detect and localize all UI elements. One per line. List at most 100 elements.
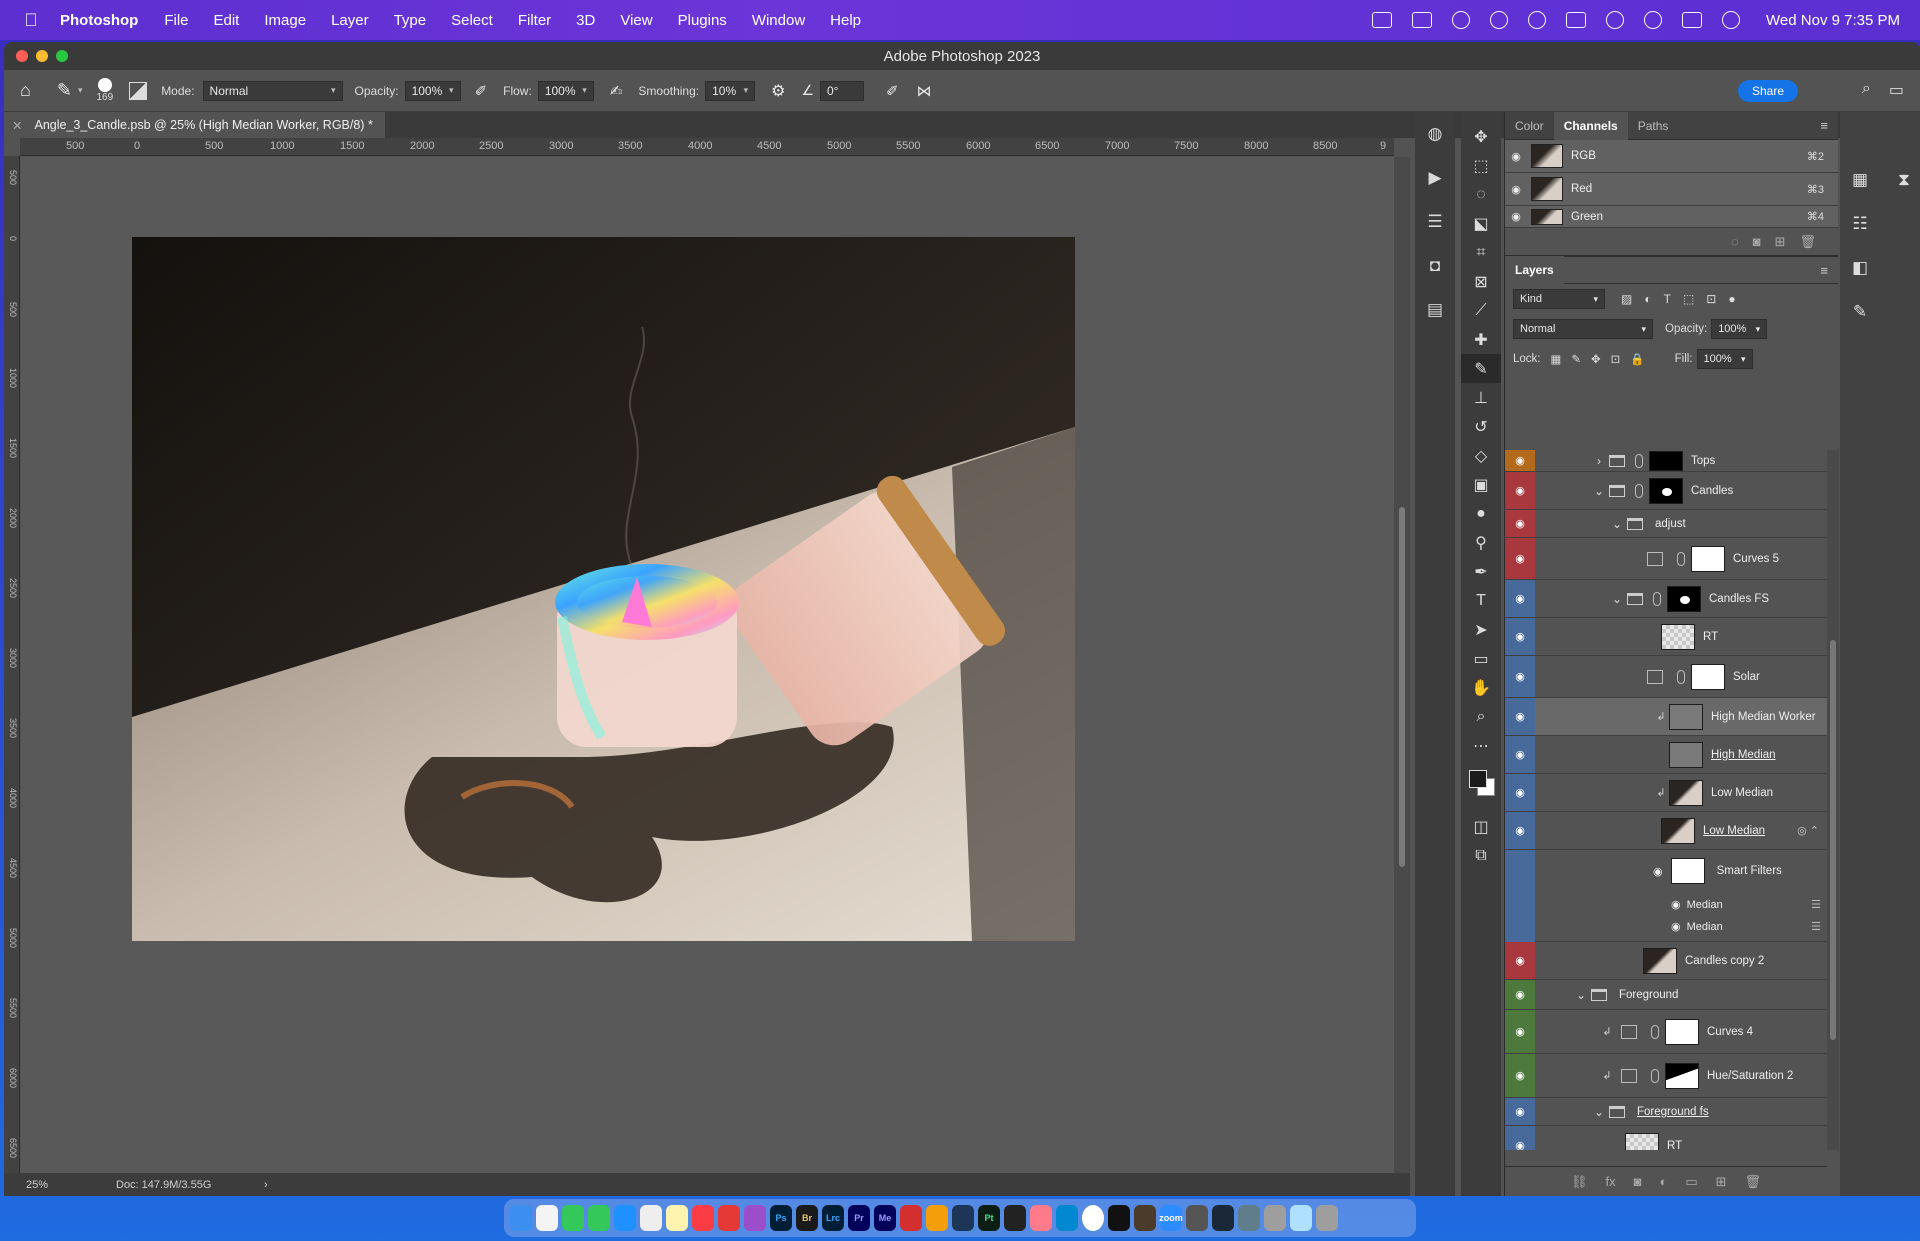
flow-field[interactable]: 100% ▾	[537, 80, 594, 101]
lightroom-classic-dock-icon[interactable]: Lrc	[822, 1205, 844, 1231]
filter-options-icon[interactable]: ☰	[1811, 898, 1821, 911]
layer-row[interactable]: ◉ ⌄ Foreground fs	[1505, 1098, 1827, 1126]
panel-menu-icon[interactable]: ≡	[1820, 118, 1828, 133]
layer-row[interactable]: ◉ ⌄ adjust	[1505, 510, 1827, 538]
layer-row[interactable]: ◉ RT	[1505, 618, 1827, 656]
rectangle-tool-icon[interactable]: ▭	[1461, 644, 1501, 673]
battery-icon[interactable]	[1566, 12, 1587, 28]
menu-help[interactable]: Help	[830, 12, 861, 29]
brushes-icon[interactable]: ✎	[1840, 292, 1880, 332]
play-icon[interactable]	[1528, 11, 1547, 29]
compass-icon[interactable]	[1490, 11, 1509, 29]
layer-opacity-field[interactable]: 100% ▾	[1711, 319, 1768, 339]
properties-icon[interactable]: ☰	[1415, 200, 1455, 244]
lock-all-icon[interactable]: 🔒	[1630, 352, 1644, 366]
history-brush-tool-icon[interactable]: ↺	[1461, 412, 1501, 441]
actions-icon[interactable]: ▶	[1415, 156, 1455, 200]
screen-mode-icon[interactable]: ⧉	[1461, 841, 1501, 870]
app-guitar-icon[interactable]	[1134, 1205, 1156, 1231]
eye-icon[interactable]: ◉	[1505, 472, 1535, 509]
document-tab[interactable]: ✕ Angle_3_Candle.psb @ 25% (High Median …	[4, 112, 385, 138]
filter-kind-select[interactable]: Kind ▾	[1513, 289, 1605, 309]
calculator-icon[interactable]	[1264, 1205, 1286, 1231]
tab-layers[interactable]: Layers	[1505, 256, 1564, 284]
layer-row[interactable]: ◉ ↲ Hue/Saturation 2	[1505, 1054, 1827, 1098]
zoom-level[interactable]: 25%	[26, 1179, 106, 1191]
eye-icon[interactable]: ◉	[1653, 865, 1663, 878]
brush-size-picker[interactable]: 169	[97, 78, 113, 103]
vertical-ruler[interactable]: 500 0 500 1000 1500 2000 2500 3000 3500 …	[4, 156, 20, 1190]
layer-row[interactable]: ◉ RT	[1505, 1126, 1827, 1150]
menu-window[interactable]: Window	[752, 12, 805, 29]
layer-row[interactable]: ◉ ⌄ Foreground	[1505, 980, 1827, 1010]
adjustments-icon[interactable]: ☷	[1840, 204, 1880, 244]
new-layer-icon[interactable]: ⊞	[1716, 1174, 1727, 1190]
lock-image-icon[interactable]: ✎	[1571, 352, 1581, 366]
object-select-tool-icon[interactable]: ⬕	[1461, 209, 1501, 238]
layer-row[interactable]: ◉ ⌄ Candles FS	[1505, 580, 1827, 618]
marquee-tool-icon[interactable]: ⬚	[1461, 151, 1501, 180]
eye-icon[interactable]: ◉	[1505, 210, 1527, 223]
share-button[interactable]: Share	[1737, 80, 1798, 102]
app-disk-icon[interactable]	[1186, 1205, 1208, 1231]
creative-cloud-icon[interactable]	[1372, 12, 1393, 28]
brush-tool-icon[interactable]: ✎	[1461, 354, 1501, 383]
more-tools-icon[interactable]: ⋯	[1461, 731, 1501, 760]
layer-row[interactable]: ◉ ↲ Curves 4	[1505, 1010, 1827, 1054]
eye-icon[interactable]: ◉	[1671, 920, 1681, 933]
eye-icon[interactable]: ◉	[1505, 618, 1535, 655]
filter-type-icon[interactable]: T	[1664, 292, 1671, 306]
menu-view[interactable]: View	[620, 12, 652, 29]
apple-icon[interactable]: 	[20, 9, 42, 31]
eye-icon[interactable]: ◉	[1505, 183, 1527, 196]
app-cube-icon[interactable]	[1056, 1205, 1078, 1231]
chevron-down-icon[interactable]: ⌄	[1607, 592, 1627, 606]
move-tool-icon[interactable]: ✥	[1461, 122, 1501, 151]
menu-select[interactable]: Select	[451, 12, 493, 29]
navigator-icon[interactable]: ◍	[1415, 112, 1455, 156]
eye-icon[interactable]: ◉	[1505, 580, 1535, 617]
notes-icon[interactable]	[666, 1205, 688, 1231]
eye-icon[interactable]: ◉	[1505, 1054, 1535, 1097]
photoshop-dock-icon[interactable]: Ps	[770, 1205, 792, 1231]
bridge-dock-icon[interactable]: Br	[796, 1205, 818, 1231]
canvas-area[interactable]	[21, 157, 1394, 1190]
eye-icon[interactable]: ◉	[1505, 774, 1535, 811]
podcasts-icon[interactable]	[744, 1205, 766, 1231]
chevron-down-icon[interactable]: ⌄	[1589, 1105, 1609, 1119]
trash-icon[interactable]: 🗑	[1799, 234, 1816, 250]
eye-icon[interactable]: ◉	[1505, 450, 1535, 471]
cinema4d-icon[interactable]	[952, 1205, 974, 1231]
chevron-right-icon[interactable]: ›	[1589, 454, 1609, 468]
layer-row[interactable]: ◉ Low Median ◎ ⌃	[1505, 812, 1827, 850]
pressure-size-button[interactable]: ✐	[886, 82, 899, 100]
search-icon[interactable]: ⌕	[1862, 80, 1871, 100]
layer-row[interactable]: ◉ High Median	[1505, 736, 1827, 774]
menu-filter[interactable]: Filter	[518, 12, 551, 29]
channel-row-rgb[interactable]: ◉ RGB ⌘2	[1505, 140, 1838, 173]
eyedropper-tool-icon[interactable]: ⟋	[1461, 296, 1501, 325]
eye-icon[interactable]: ◉	[1505, 980, 1535, 1009]
wifi-icon[interactable]	[1606, 11, 1625, 29]
document-canvas-image[interactable]	[132, 237, 1075, 941]
hand-tool-icon[interactable]: ✋	[1461, 673, 1501, 702]
finder-icon[interactable]	[510, 1205, 532, 1231]
control-center-icon[interactable]	[1682, 12, 1703, 28]
lock-position-icon[interactable]: ✥	[1591, 352, 1601, 366]
chevron-down-icon[interactable]: ⌄	[1571, 988, 1591, 1002]
zoom-tool-icon[interactable]: ⌕	[1461, 702, 1501, 731]
lock-transparent-icon[interactable]: ▦	[1551, 352, 1562, 366]
swatches-icon[interactable]: ▦	[1840, 160, 1880, 200]
opacity-field[interactable]: 100% ▾	[404, 80, 461, 101]
libraries-icon[interactable]: ◧	[1840, 248, 1880, 288]
eye-icon[interactable]: ◉	[1505, 150, 1527, 163]
brush-settings-toggle[interactable]	[129, 81, 148, 100]
workspace-icon[interactable]: ▭	[1889, 80, 1904, 100]
lasso-tool-icon[interactable]: ◌	[1461, 180, 1501, 209]
smart-filter-toggle-icon[interactable]: ◎ ⌃	[1797, 824, 1819, 837]
messages-icon[interactable]	[562, 1205, 584, 1231]
symmetry-button[interactable]: ⋈	[917, 82, 932, 100]
new-group-icon[interactable]: ▭	[1685, 1174, 1697, 1190]
layer-row[interactable]: ◉ Curves 5	[1505, 538, 1827, 580]
crop-tool-icon[interactable]: ⌗	[1461, 238, 1501, 267]
